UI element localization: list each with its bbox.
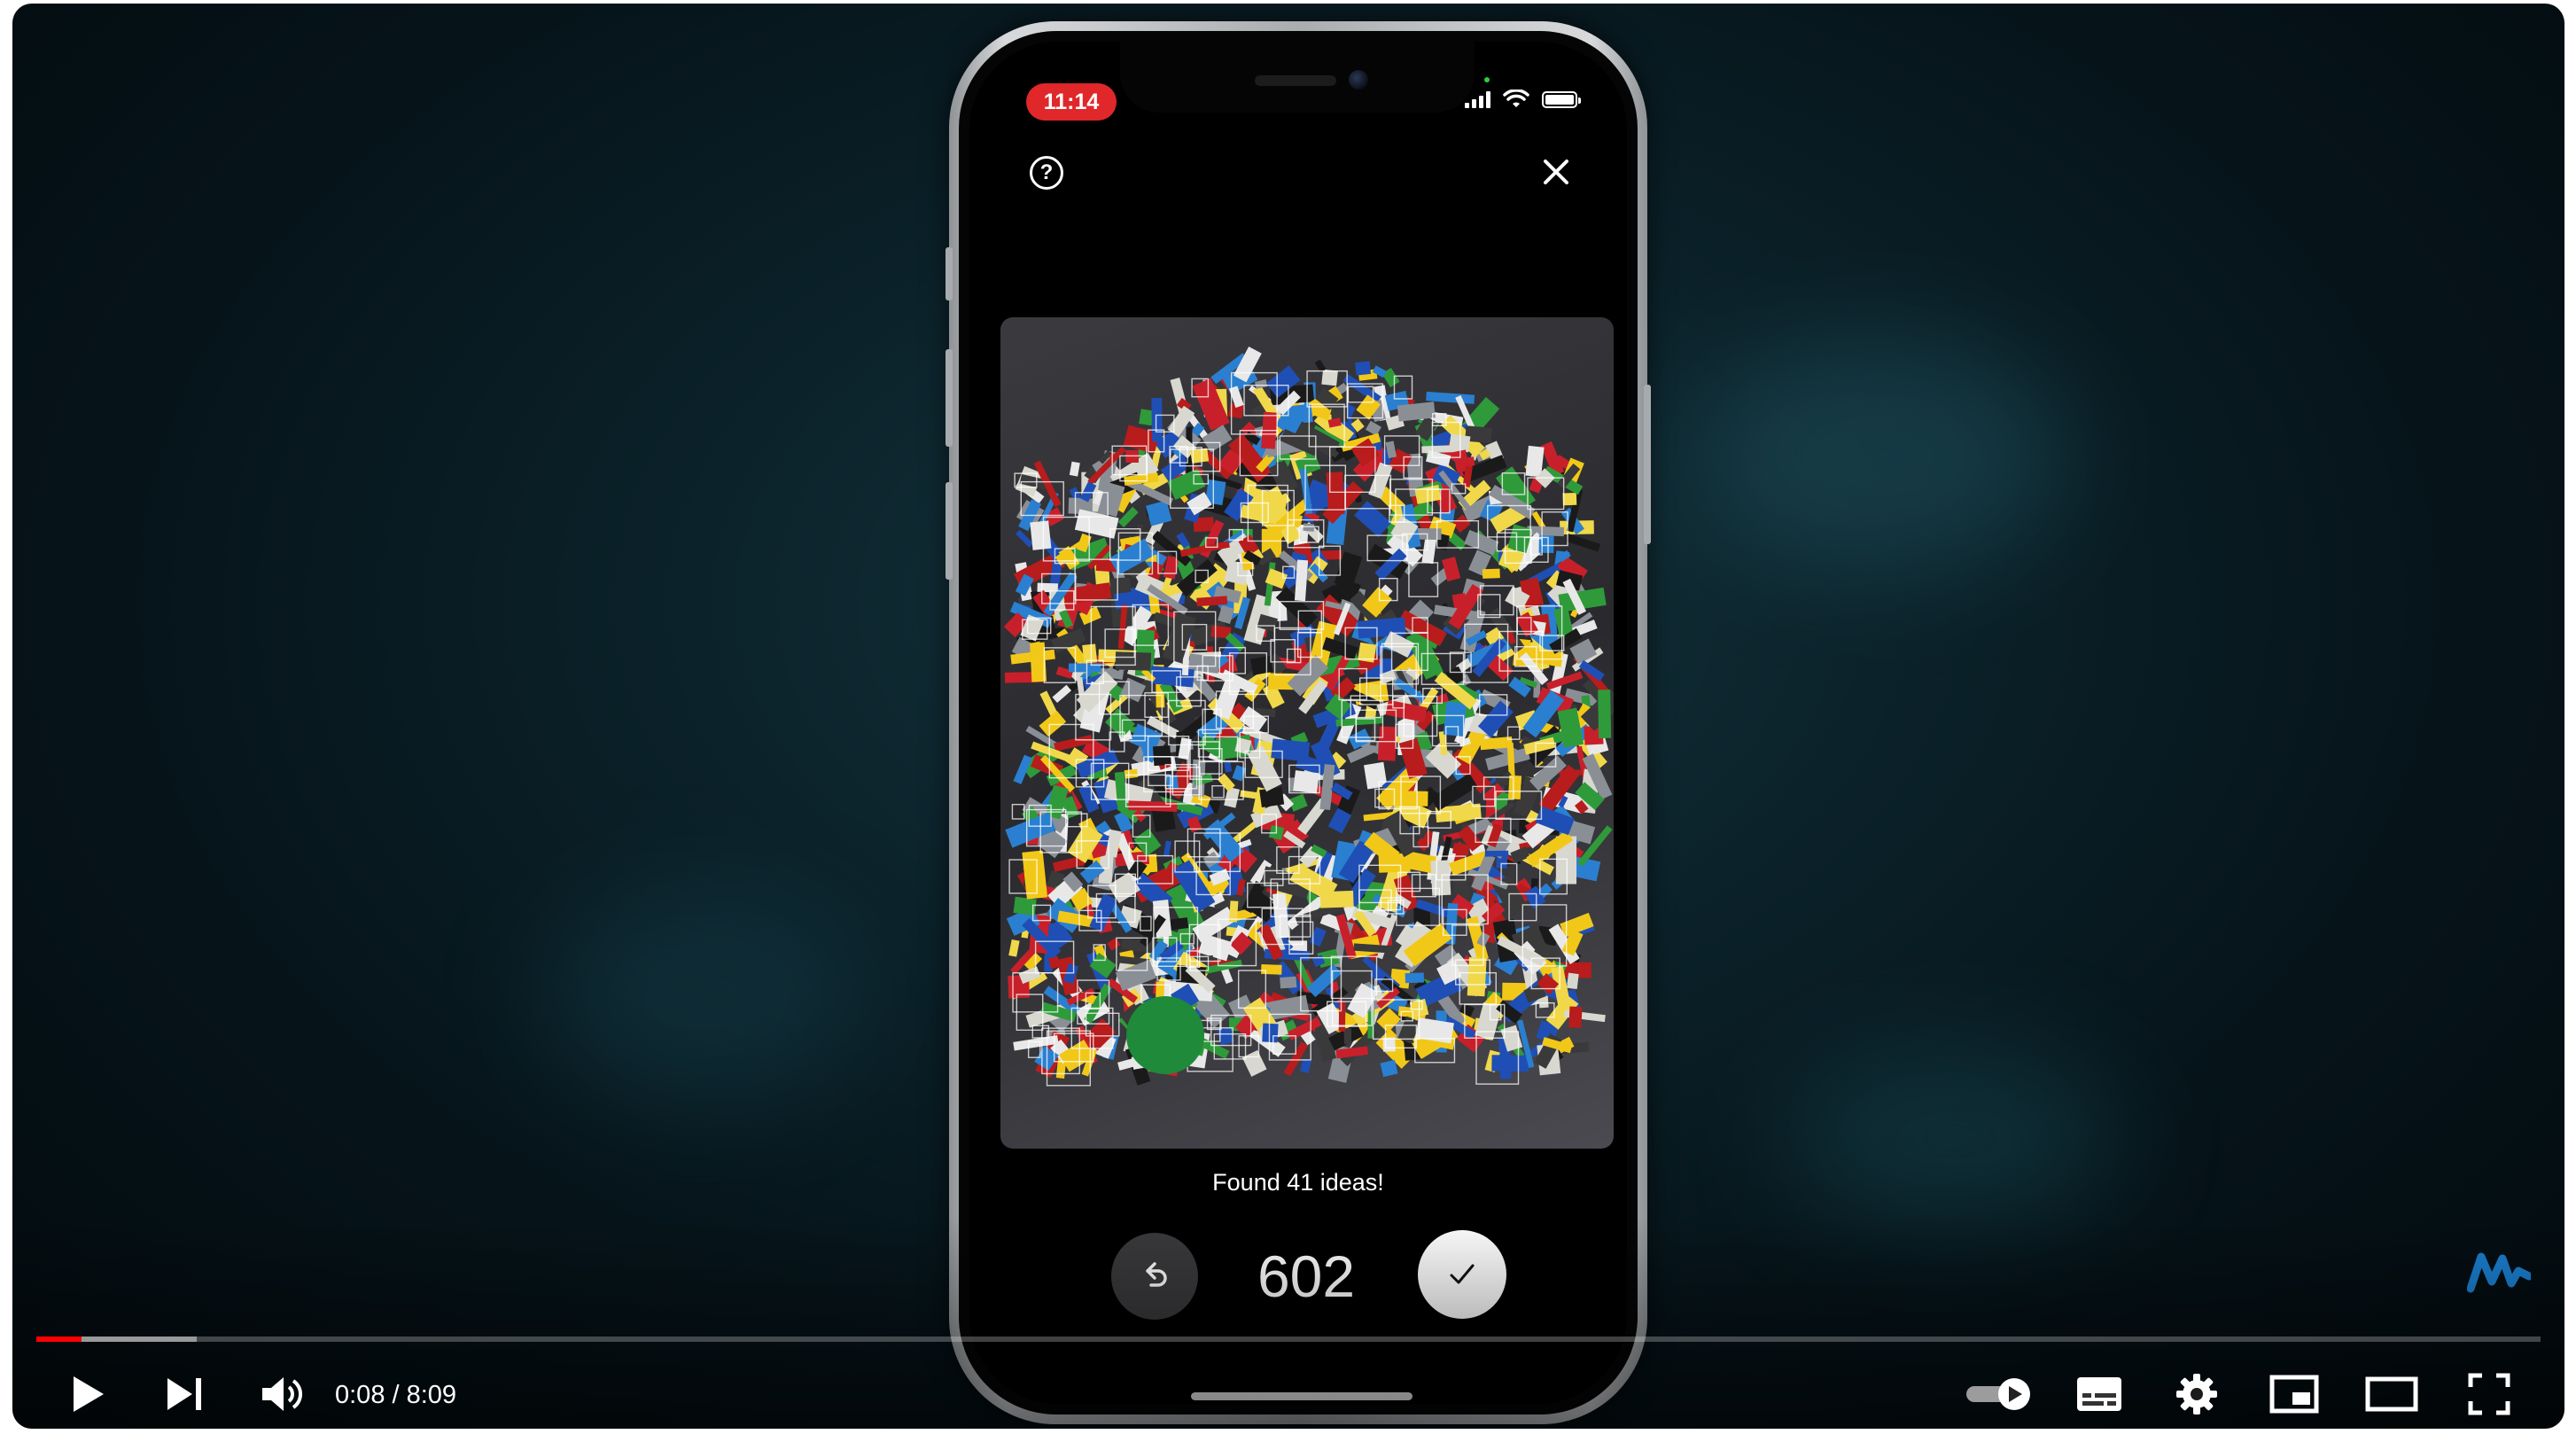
brick-piece: [1039, 710, 1067, 737]
miniplayer-icon: [2269, 1375, 2319, 1414]
brick-piece: [1545, 671, 1584, 690]
privacy-indicator: [1484, 77, 1490, 82]
brick-piece: [1250, 655, 1273, 675]
autoplay-toggle-icon: [1966, 1378, 2030, 1410]
phone-frame: 11:14 ? Found 41 ideas!: [946, 21, 1651, 1424]
brick-piece: [1354, 501, 1392, 538]
fullscreen-icon: [2468, 1373, 2510, 1415]
play-icon: [74, 1376, 104, 1412]
volume-icon: [262, 1377, 302, 1411]
brick-piece: [1151, 397, 1163, 442]
help-icon[interactable]: ?: [1030, 156, 1063, 190]
autoplay-toggle[interactable]: [1962, 1367, 2038, 1422]
detection-box: [1031, 1025, 1050, 1039]
status-time: 11:14: [1026, 83, 1117, 121]
brick-piece: [1261, 964, 1282, 975]
brick-piece: [1022, 850, 1048, 900]
brick-piece: [1321, 369, 1338, 386]
scanned-bricks-photo: [1000, 317, 1614, 1149]
brick-piece: [1405, 972, 1425, 984]
brick-piece: [1303, 523, 1315, 532]
close-icon[interactable]: [1537, 152, 1576, 191]
found-ideas-text: Found 41 ideas!: [1212, 1169, 1384, 1196]
time-display: 0:08 / 8:09: [335, 1381, 457, 1409]
signal-icon: [1465, 90, 1490, 108]
green-round-plate: [1126, 996, 1204, 1074]
brick-piece: [1163, 840, 1171, 857]
brick-piece: [1299, 1058, 1312, 1073]
detection-box: [1011, 803, 1025, 820]
phone-side-button: [1644, 385, 1651, 544]
brick-piece: [1562, 492, 1577, 506]
subtitles-button[interactable]: [2068, 1367, 2130, 1422]
brick-piece: [1491, 1055, 1529, 1072]
brick-piece: [1598, 690, 1612, 739]
phone-side-button: [946, 482, 953, 580]
theater-mode-icon: [2365, 1376, 2418, 1412]
brick-piece: [1484, 850, 1509, 857]
brick-piece: [1430, 860, 1451, 896]
next-button[interactable]: [154, 1367, 216, 1422]
brick-piece: [1482, 568, 1500, 579]
brick-piece: [1152, 744, 1171, 767]
brick-piece: [1259, 786, 1285, 808]
play-button[interactable]: [57, 1367, 119, 1422]
brick-piece: [1280, 976, 1297, 989]
brick-piece: [1232, 765, 1247, 782]
brick-piece: [1224, 761, 1233, 773]
battery-icon: [1542, 90, 1581, 108]
subtitles-icon: [2077, 1377, 2121, 1411]
brick-piece: [1271, 738, 1311, 762]
miniplayer-button[interactable]: [2263, 1367, 2325, 1422]
progress-played: [36, 1337, 82, 1342]
phone-speaker: [1255, 75, 1336, 86]
fullscreen-button[interactable]: [2458, 1367, 2520, 1422]
settings-icon: [2176, 1374, 2217, 1415]
status-bar-icons: [1465, 86, 1581, 113]
brick-piece: [1030, 520, 1052, 550]
phone-camera: [1349, 70, 1368, 90]
background-glow: [544, 890, 863, 1103]
detection-box: [1211, 784, 1225, 799]
brick-piece: [1309, 926, 1327, 947]
phone-screen: 11:14 ? Found 41 ideas!: [969, 42, 1627, 1404]
next-icon: [167, 1378, 201, 1410]
brick-piece: [1115, 651, 1152, 671]
background-glow: [1785, 1049, 2121, 1227]
brick-piece: [1366, 420, 1381, 436]
brick-piece: [1355, 361, 1372, 376]
background-glow: [1696, 340, 2068, 571]
phone-side-button: [946, 349, 953, 447]
settings-button[interactable]: [2166, 1367, 2228, 1422]
video-player[interactable]: 11:14 ? Found 41 ideas! 0:08 / 8:09: [12, 4, 2564, 1429]
brick-piece: [1254, 379, 1268, 389]
brick-piece: [1527, 526, 1565, 537]
brick-detection-overlay: [1003, 347, 1614, 1087]
brick-piece: [1293, 770, 1319, 794]
brick-piece: [1107, 937, 1121, 951]
wifi-icon: [1503, 90, 1529, 107]
brick-piece: [1224, 786, 1241, 808]
phone-notch: [1120, 42, 1475, 113]
phone-side-button: [946, 247, 953, 300]
brick-piece: [1052, 684, 1072, 704]
progress-bar[interactable]: [36, 1337, 2541, 1342]
brick-piece: [1008, 939, 1020, 957]
theater-mode-button[interactable]: [2361, 1367, 2423, 1422]
brick-piece: [1566, 534, 1601, 552]
brick-piece: [1566, 972, 1579, 990]
volume-button[interactable]: [252, 1367, 314, 1422]
brick-piece: [1568, 1006, 1583, 1028]
brick-piece: [1377, 726, 1397, 761]
brick-piece: [1262, 1023, 1279, 1043]
brick-piece: [1380, 1059, 1398, 1078]
brick-piece: [1069, 461, 1080, 477]
brick-piece: [1016, 529, 1034, 548]
brick-piece: [1343, 1028, 1352, 1045]
brick-piece: [1507, 775, 1522, 799]
